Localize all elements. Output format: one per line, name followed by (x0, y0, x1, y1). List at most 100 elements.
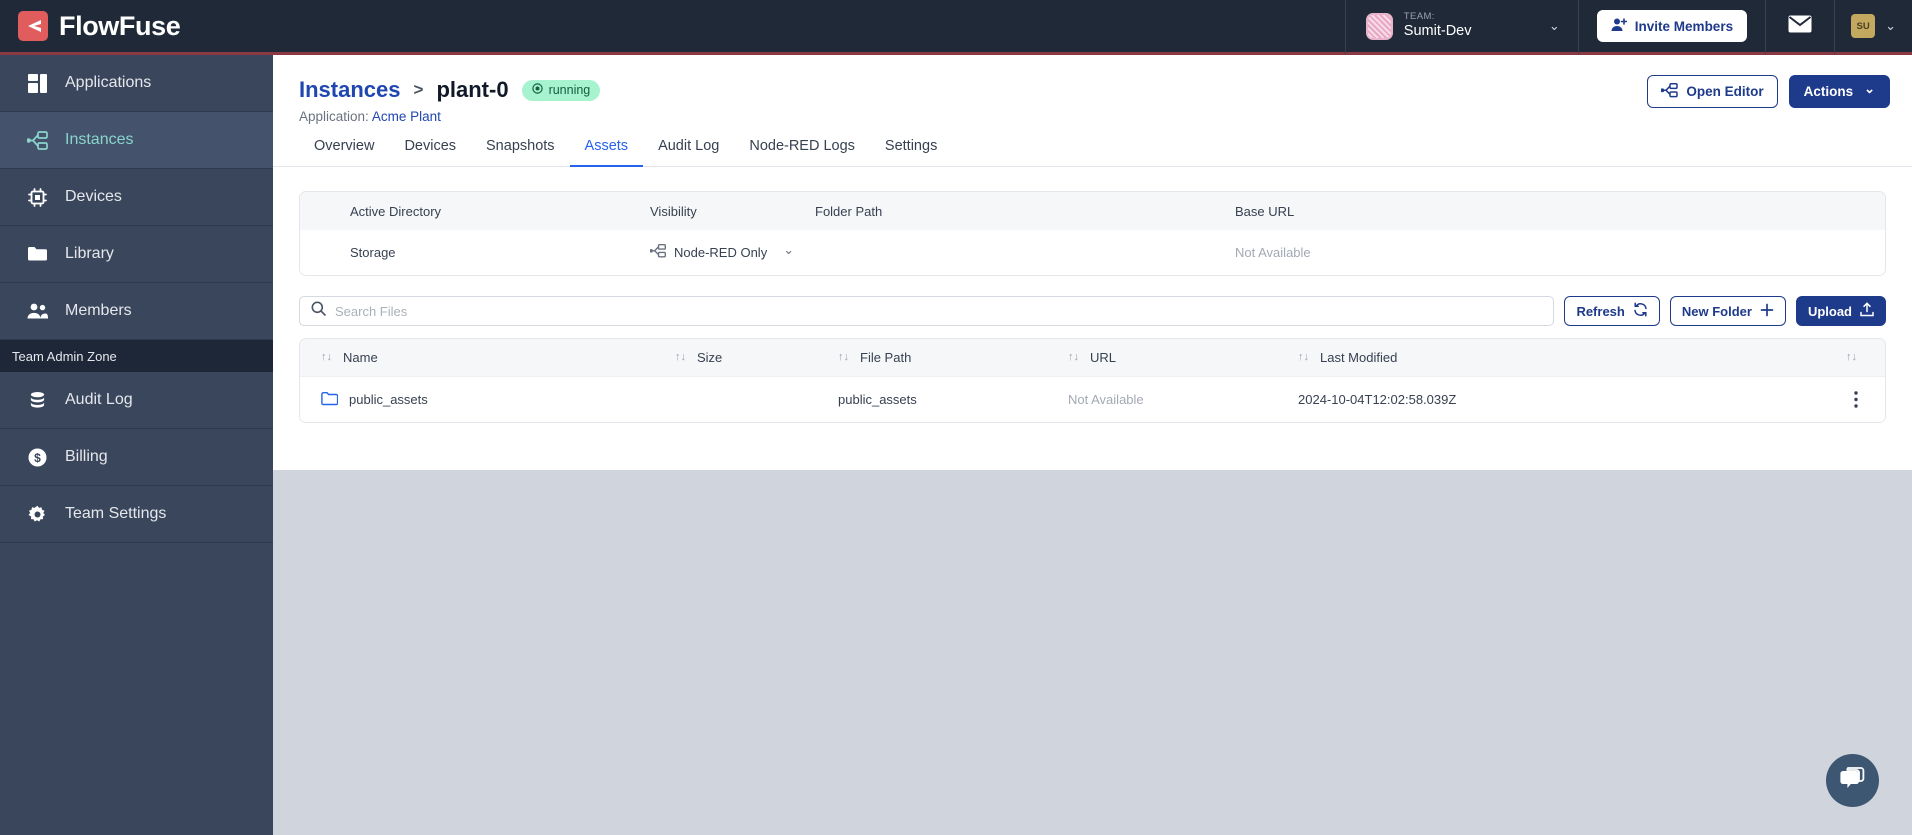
application-subline: Application: Acme Plant (299, 109, 1884, 124)
invite-members-button[interactable]: Invite Members (1596, 10, 1748, 42)
sort-toggle-last-modified[interactable]: ↑↓ (1298, 352, 1309, 363)
sidebar-item-label: Devices (65, 188, 122, 205)
main-content-area: Instances > plant-0 running Application:… (273, 55, 1912, 835)
search-icon (311, 301, 326, 321)
user-menu[interactable]: SU ⌄ (1834, 0, 1912, 54)
active-directory-panel: Active Directory Visibility Folder Path … (273, 167, 1912, 276)
search-input[interactable] (335, 303, 1543, 319)
chat-widget-button[interactable] (1826, 754, 1879, 807)
active-directory-header-row: Active Directory Visibility Folder Path … (300, 192, 1885, 230)
refresh-icon (1633, 302, 1648, 320)
sidebar-item-audit-log[interactable]: Audit Log (0, 372, 273, 429)
brand-logo[interactable]: FlowFuse (0, 10, 181, 42)
sidebar-item-team-settings[interactable]: Team Settings (0, 486, 273, 543)
sidebar-item-applications[interactable]: Applications (0, 55, 273, 112)
open-editor-button[interactable]: Open Editor (1647, 75, 1778, 108)
add-user-icon (1611, 17, 1628, 35)
upload-label: Upload (1807, 303, 1852, 319)
sidebar-item-billing[interactable]: $ Billing (0, 429, 273, 486)
active-directory-row: Storage Node-RED Only ⌄ Not Available (300, 230, 1885, 275)
topnav-right-cluster: TEAM: Sumit-Dev ⌄ Invite Members SU ⌄ (1344, 0, 1912, 54)
notifications-mail-button[interactable] (1765, 0, 1834, 54)
refresh-label: Refresh (1576, 303, 1625, 319)
sidebar-item-label: Team Settings (65, 505, 167, 522)
cell-base-url: Not Available (1235, 245, 1311, 260)
envelope-icon (1788, 15, 1812, 38)
status-badge-label: running (548, 83, 591, 97)
sidebar: Applications Instances Devices Library M… (0, 55, 273, 835)
page-header: Instances > plant-0 running Application:… (273, 55, 1912, 124)
tab-node-red-logs[interactable]: Node-RED Logs (734, 138, 870, 167)
sort-toggle-actions[interactable]: ↑↓ (1846, 352, 1885, 363)
team-selector[interactable]: TEAM: Sumit-Dev ⌄ (1344, 0, 1578, 54)
tab-audit-log[interactable]: Audit Log (643, 138, 734, 167)
column-header-base-url: Base URL (1235, 203, 1295, 219)
folder-icon (26, 243, 48, 265)
column-header-url: URL (1090, 350, 1117, 365)
sidebar-item-label: Billing (65, 448, 108, 465)
column-header-file-path: File Path (860, 350, 912, 365)
tab-assets[interactable]: Assets (569, 138, 644, 167)
flowfuse-logo-icon (18, 11, 48, 41)
team-avatar (1365, 12, 1393, 40)
sidebar-item-devices[interactable]: Devices (0, 169, 273, 226)
column-header-last-modified: Last Modified (1320, 350, 1398, 365)
application-link[interactable]: Acme Plant (372, 109, 441, 124)
application-prefix: Application: (299, 109, 369, 124)
sidebar-item-library[interactable]: Library (0, 226, 273, 283)
tab-settings[interactable]: Settings (870, 138, 952, 167)
refresh-button[interactable]: Refresh (1564, 296, 1660, 326)
chevron-down-icon[interactable]: ⌄ (1549, 18, 1560, 34)
kebab-menu-icon[interactable] (1854, 391, 1885, 408)
editor-nodes-icon (1660, 82, 1679, 101)
gear-icon (26, 503, 48, 525)
status-badge: running (521, 79, 601, 101)
sort-toggle-size[interactable]: ↑↓ (675, 352, 686, 363)
sort-toggle-file-path[interactable]: ↑↓ (838, 352, 849, 363)
instance-detail-card: Instances > plant-0 running Application:… (273, 55, 1912, 470)
sort-toggle-name[interactable]: ↑↓ (321, 352, 332, 363)
open-editor-label: Open Editor (1686, 84, 1764, 99)
invite-members-label: Invite Members (1634, 18, 1734, 34)
applications-icon (26, 72, 48, 94)
search-files-container[interactable] (299, 296, 1555, 326)
visibility-selector[interactable]: Node-RED Only ⌄ (649, 242, 815, 261)
brand-name: FlowFuse (59, 10, 181, 41)
page-title: plant-0 (436, 77, 509, 102)
chevron-down-icon: ⌄ (1864, 80, 1875, 96)
cell-active-directory: Storage (350, 245, 396, 260)
files-toolbar: Refresh New Folder Upload (273, 276, 1912, 326)
table-row[interactable]: public_assets public_assets Not Availabl… (300, 376, 1885, 422)
new-folder-button[interactable]: New Folder (1669, 296, 1786, 326)
header-actions: Open Editor Actions ⌄ (1647, 75, 1890, 108)
breadcrumb-instances-link[interactable]: Instances (299, 77, 401, 103)
breadcrumb: Instances > plant-0 running (299, 77, 1884, 103)
tab-overview[interactable]: Overview (299, 138, 389, 167)
chevron-down-icon[interactable]: ⌄ (783, 242, 794, 258)
sort-toggle-url[interactable]: ↑↓ (1068, 352, 1079, 363)
sidebar-item-instances[interactable]: Instances (0, 112, 273, 169)
sidebar-item-label: Instances (65, 131, 134, 148)
cell-url: Not Available (1068, 392, 1144, 407)
tab-snapshots[interactable]: Snapshots (471, 138, 570, 167)
upload-button[interactable]: Upload (1795, 296, 1886, 326)
column-header-folder-path: Folder Path (815, 203, 883, 219)
instance-tabs: Overview Devices Snapshots Assets Audit … (273, 124, 1912, 167)
cell-last-modified: 2024-10-04T12:02:58.039Z (1298, 392, 1457, 407)
sidebar-item-label: Audit Log (65, 391, 133, 408)
cell-name: public_assets (349, 392, 428, 407)
cell-file-path: public_assets (838, 392, 917, 407)
database-icon (26, 389, 48, 411)
column-header-active-directory: Active Directory (350, 203, 442, 219)
sidebar-item-members[interactable]: Members (0, 283, 273, 340)
plus-icon (1760, 303, 1774, 320)
instances-icon (26, 129, 48, 151)
chevron-down-icon[interactable]: ⌄ (1885, 18, 1896, 34)
folder-icon (321, 391, 339, 409)
chat-bubbles-icon (1839, 766, 1866, 795)
actions-button[interactable]: Actions ⌄ (1788, 75, 1890, 108)
visibility-value: Node-RED Only (674, 245, 768, 260)
new-folder-label: New Folder (1681, 303, 1752, 319)
running-dot-icon (531, 83, 543, 97)
tab-devices[interactable]: Devices (389, 138, 471, 167)
